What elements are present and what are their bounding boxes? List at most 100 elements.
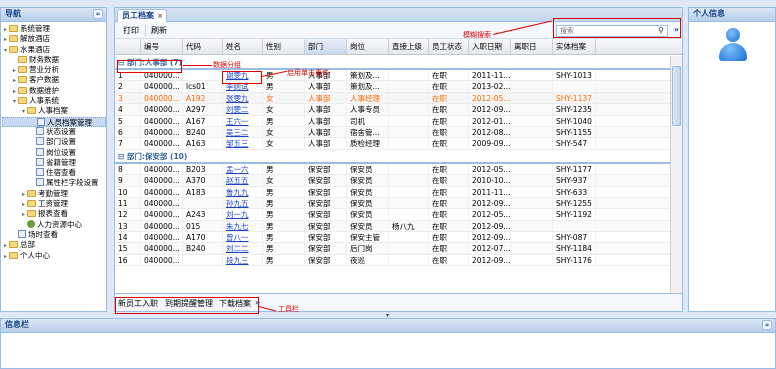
- annotation-click-event: 启用单击事件: [287, 69, 329, 77]
- table-cell: [183, 197, 223, 209]
- employee-name-link[interactable]: 张雯九: [223, 92, 263, 104]
- nav-item[interactable]: ▸ 数据维护: [2, 86, 106, 96]
- close-icon[interactable]: ×: [157, 10, 163, 22]
- nav-item[interactable]: 岗位设置: [2, 147, 106, 158]
- table-row[interactable]: 10 040000... A183 鲁九九男保安部 保安员 在职 2011-11... SHY…: [115, 186, 670, 198]
- nav-item[interactable]: ▸ 工资管理: [2, 199, 106, 209]
- employee-name-link[interactable]: 吴三二: [223, 126, 263, 138]
- table-cell: 在职: [429, 209, 469, 220]
- nav-item[interactable]: 状态设置: [2, 126, 106, 137]
- table-row[interactable]: 9 040000... A370 赵五五女保安部 保安员 在职 2010-10... SHY-…: [115, 175, 670, 187]
- table-row[interactable]: 8 040000... B203 孟一六男保安部 保安员 在职 2012-05... SHY-…: [115, 163, 670, 176]
- nav-item[interactable]: ▸ 客户数据: [2, 75, 106, 85]
- refresh-button[interactable]: 刷新: [151, 25, 167, 36]
- nav-item-label: 部门设置: [46, 137, 76, 147]
- column-header[interactable]: [115, 39, 141, 54]
- nav-item[interactable]: ▾ 水果酒店: [2, 45, 106, 55]
- employee-name-link[interactable]: 赵五五: [223, 175, 263, 186]
- employee-name-link[interactable]: 邹五三: [223, 138, 263, 149]
- nav-item[interactable]: 场时查看: [2, 229, 106, 240]
- nav-item[interactable]: 财务数据: [2, 55, 106, 65]
- employee-name-link[interactable]: 朱九七: [223, 220, 263, 232]
- table-cell: 女: [263, 104, 305, 115]
- nav-item[interactable]: 部门设置: [2, 137, 106, 147]
- table-cell: 保安主管: [347, 232, 389, 243]
- table-cell: SHY-1184: [553, 243, 596, 254]
- table-cell: 在职: [429, 163, 469, 175]
- avatar-icon[interactable]: [717, 28, 749, 62]
- column-header[interactable]: 岗位: [347, 39, 389, 54]
- nav-item-label: 人力资源中心: [37, 219, 82, 229]
- group-collapse-icon[interactable]: ⊟: [118, 152, 127, 161]
- table-row[interactable]: 15 040000... B240 刘二二男保安部 后门岗 在职 2012-07... SHY…: [115, 243, 670, 255]
- employee-name-link[interactable]: 鲁九九: [223, 186, 263, 197]
- table-cell: 040000...: [141, 197, 183, 209]
- expand-toggle-icon[interactable]: ▸: [2, 252, 9, 262]
- left-splitter[interactable]: [108, 7, 113, 312]
- employee-name-link[interactable]: 孟一六: [223, 163, 263, 175]
- nav-item[interactable]: 人力资源中心: [2, 219, 106, 230]
- nav-item[interactable]: ▾ 人事系统: [2, 96, 106, 106]
- table-row[interactable]: 6 040000... B240 吴三二女人事部 宿舍管... 在职 2012-08... S…: [115, 126, 670, 139]
- nav-item[interactable]: ▸ 总部: [2, 240, 106, 250]
- column-header[interactable]: 实体档案: [553, 39, 596, 54]
- column-header[interactable]: 直接上级: [389, 39, 429, 54]
- table-cell: 保安部: [305, 186, 347, 197]
- table-row[interactable]: 2 040000... lcs01 李则试男人事部 策划及... 在职 2013-02...: [115, 81, 670, 93]
- column-header[interactable]: 代码: [183, 39, 223, 54]
- scroll-thumb[interactable]: [672, 66, 681, 126]
- tab-label: 员工档案: [122, 11, 154, 20]
- column-header[interactable]: 员工状态: [429, 39, 469, 54]
- table-row[interactable]: 4 040000... A297 刘雯二女人事部 人事专员 在职 2012-09... SHY…: [115, 104, 670, 116]
- grid-scrollbar[interactable]: [670, 56, 682, 295]
- column-header[interactable]: 入职日期: [469, 39, 511, 54]
- nav-item[interactable]: ▸ 个人中心: [2, 251, 106, 261]
- employee-name-link[interactable]: 刘一九: [223, 209, 263, 220]
- table-row[interactable]: 3 040000... A192 张雯九女人事部 人事经理 在职 2012-05... SHY…: [115, 92, 670, 105]
- nav-item[interactable]: ▸ 报表查看: [2, 209, 106, 219]
- table-row[interactable]: 12 040000... A243 刘一九男保安部 保安员 在职 2012-05... SHY…: [115, 209, 670, 221]
- nav-item[interactable]: 住宿查看: [2, 168, 106, 178]
- nav-item[interactable]: ▸ 考勤管理: [2, 189, 106, 199]
- table-cell: 10: [115, 186, 141, 197]
- nav-item[interactable]: ▸ 营业分析: [2, 65, 106, 75]
- nav-item-label: 人事档案: [38, 106, 68, 116]
- group-row[interactable]: ⊟ 部门:保安部 (10): [115, 149, 670, 164]
- table-cell: [511, 81, 553, 92]
- tab-employee-archive[interactable]: 员工档案 ×: [117, 9, 167, 22]
- column-header[interactable]: 部门: [305, 39, 347, 54]
- nav-collapse-button[interactable]: «: [93, 9, 103, 19]
- group-row[interactable]: ⊟ 部门:人事部 (7): [115, 56, 670, 70]
- nav-item[interactable]: ▸ 解放酒店: [2, 34, 106, 44]
- nav-item[interactable]: ▸ 系统管理: [2, 24, 106, 34]
- employee-name-link[interactable]: 刘二二: [223, 243, 263, 254]
- table-row[interactable]: 5 040000... A167 王六一男人事部 司机 在职 2012-01... SHY-1…: [115, 115, 670, 127]
- employee-name-link[interactable]: 段九三: [223, 254, 263, 266]
- column-header[interactable]: 编号: [141, 39, 183, 54]
- nav-item[interactable]: 属性栏字段设置: [2, 178, 106, 188]
- print-button[interactable]: 打印: [123, 25, 139, 36]
- employee-name-link[interactable]: 曾八一: [223, 232, 263, 243]
- table-row[interactable]: 14 040000... A170 曾八一男保安部 保安主管 在职 2012-09... SH…: [115, 232, 670, 244]
- info-collapse-button[interactable]: »: [762, 320, 772, 330]
- nav-item[interactable]: 人员档案管理: [2, 116, 106, 127]
- employee-name-link[interactable]: 孙九五: [223, 197, 263, 209]
- table-row[interactable]: 16 040000... 段九三男保安部 夜巡 在职 2012-09... SHY-1176: [115, 254, 670, 267]
- table-row[interactable]: 7 040000... A163 邹五三女人事部 质检经理 在职 2009-09... SHY…: [115, 138, 670, 150]
- table-cell: 保安部: [305, 220, 347, 232]
- column-header[interactable]: 离职日: [511, 39, 553, 54]
- column-header[interactable]: 性别: [263, 39, 305, 54]
- table-row[interactable]: 11 040000... 孙九五男保安部 保安员 在职 2012-09... SHY-125…: [115, 197, 670, 210]
- table-cell: 2012-01...: [469, 115, 511, 126]
- employee-name-link[interactable]: 王六一: [223, 115, 263, 126]
- table-cell: 男: [263, 243, 305, 254]
- page-icon: [36, 168, 44, 177]
- table-row[interactable]: 1 040000... 谢雯九男人事部 策划及... 在职 2011-11... SHY-1…: [115, 70, 670, 82]
- nav-item[interactable]: 省籍管理: [2, 157, 106, 168]
- employee-name-link[interactable]: 刘雯二: [223, 104, 263, 115]
- nav-title: 导航: [5, 9, 21, 18]
- nav-tree: ▸ 系统管理 ▸ 解放酒店 ▾ 水果酒店 财务数据 ▸ 营业分析 ▸ 客户数据 ▸ 数据维护 ▾ 人事系统 ▾…: [1, 22, 106, 261]
- nav-item[interactable]: ▾ 人事档案: [2, 106, 106, 116]
- table-row[interactable]: 13 040000... 015 朱九七男保安部 保安员 杨八九 在职 2012-09...: [115, 220, 670, 233]
- column-header[interactable]: 姓名: [223, 39, 263, 54]
